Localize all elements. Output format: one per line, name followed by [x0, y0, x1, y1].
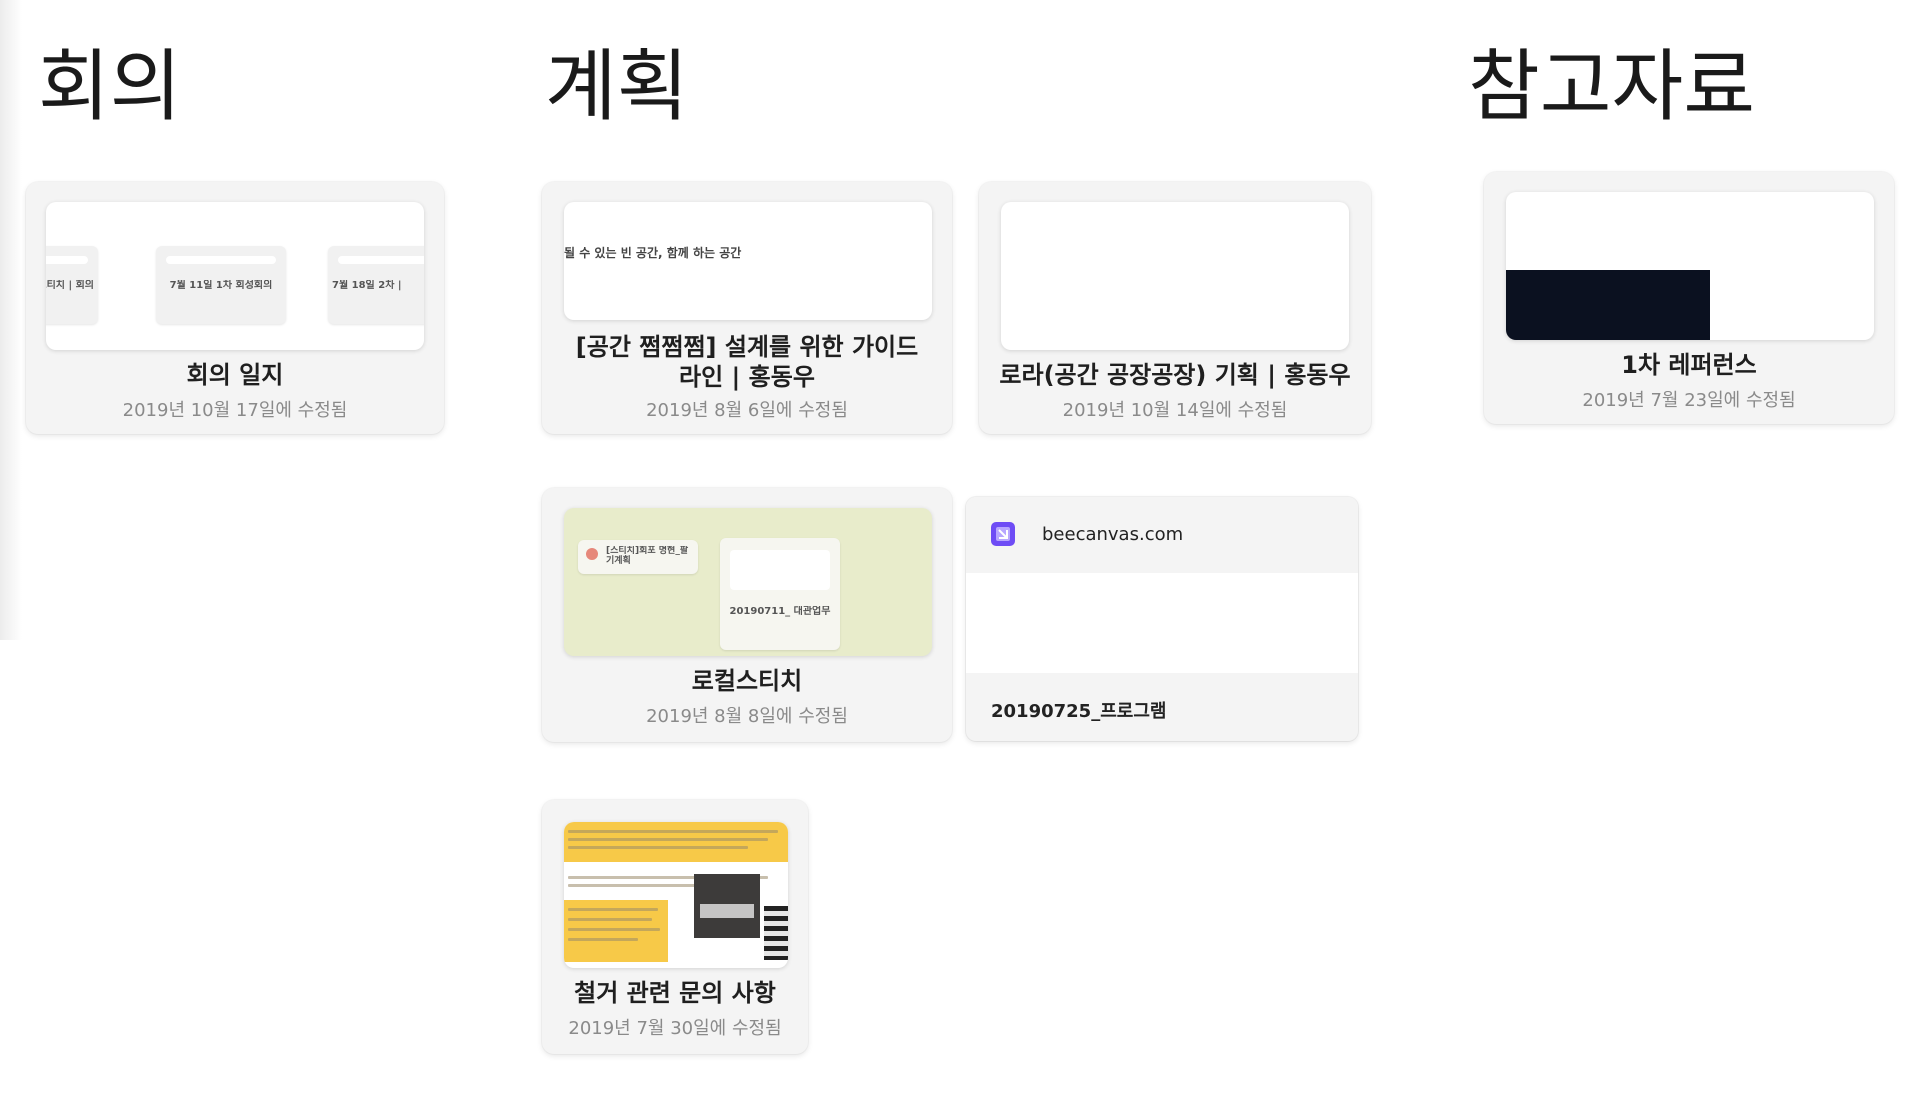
board-canvas[interactable]: 회의 계획 참고자료 컬스티치 | 회의 7월 11일 1차 회성회의 7월 1…	[0, 0, 1919, 1112]
card-title: 철거 관련 문의 사항	[574, 979, 776, 1007]
card-modified-date: 2019년 8월 6일에 수정됨	[646, 400, 848, 421]
thumb-mini-card: [스티치]회포 명현_팔기계획	[578, 540, 698, 574]
card-thumbnail	[1001, 202, 1349, 350]
section-heading-reference: 참고자료	[1468, 42, 1756, 132]
card-modified-date: 2019년 8월 8일에 수정됨	[646, 706, 848, 727]
card-thumbnail: 될 수 있는 빈 공간, 함께 하는 공간	[564, 202, 932, 320]
thumb-mini-text: 컬스티치 | 회의	[46, 280, 94, 291]
beecanvas-logo-icon	[991, 522, 1015, 546]
thumb-text: 될 수 있는 빈 공간, 함께 하는 공간	[564, 246, 742, 260]
card-title: 로라(공간 공장공장) 기획 | 홍동우	[999, 361, 1351, 389]
card-thumbnail	[1506, 192, 1874, 340]
card-title: [공간 쩜쩜쩜] 설계를 위한 가이드라인 | 홍동우	[575, 333, 919, 391]
card-thumbnail: [스티치]회포 명현_팔기계획 20190711_ 대관업무	[564, 508, 932, 656]
thumb-mini-card: 7월 11일 1차 회성회의	[156, 246, 286, 324]
card-thumbnail	[564, 822, 788, 968]
card-thumbnail: 컬스티치 | 회의 7월 11일 1차 회성회의 7월 18일 2차 |	[46, 202, 424, 350]
section-heading-meeting: 회의	[38, 42, 182, 132]
thumb-yellow-band	[564, 822, 788, 862]
thumb-mini-text: [스티치]회포 명현_팔기계획	[606, 546, 689, 566]
link-card-header: beecanvas.com	[966, 497, 1358, 573]
link-card-program[interactable]: beecanvas.com 20190725_프로그램	[966, 497, 1358, 741]
board-card-lora[interactable]: 로라(공간 공장공장) 기획 | 홍동우 2019년 10월 14일에 수정됨	[979, 182, 1371, 434]
section-heading-plan: 계획	[545, 42, 689, 132]
thumb-stairs-photo	[764, 906, 788, 960]
thumb-mini-text: 7월 18일 2차 |	[332, 280, 402, 291]
thumb-dark-image	[1506, 270, 1710, 340]
card-modified-date: 2019년 10월 17일에 수정됨	[122, 400, 348, 421]
card-title: 로컬스티치	[691, 667, 803, 695]
board-card-demolition[interactable]: 철거 관련 문의 사항 2019년 7월 30일에 수정됨	[542, 800, 808, 1054]
thumb-mini-card: 20190711_ 대관업무	[720, 538, 840, 650]
link-preview	[966, 573, 1358, 673]
board-card-meeting-log[interactable]: 컬스티치 | 회의 7월 11일 1차 회성회의 7월 18일 2차 | 회의 …	[26, 182, 444, 434]
card-title: 회의 일지	[186, 361, 284, 389]
card-modified-date: 2019년 7월 23일에 수정됨	[1582, 390, 1796, 411]
thumb-mini-text: 7월 11일 1차 회성회의	[169, 280, 273, 291]
thumb-mini-text: 20190711_ 대관업무	[729, 606, 831, 617]
card-title: 1차 레퍼런스	[1621, 351, 1757, 379]
link-title: 20190725_프로그램	[991, 701, 1167, 722]
card-modified-date: 2019년 10월 14일에 수정됨	[1062, 400, 1288, 421]
link-domain: beecanvas.com	[1042, 524, 1184, 545]
thumb-mini-card: 컬스티치 | 회의	[46, 246, 98, 324]
board-card-first-reference[interactable]: 1차 레퍼런스 2019년 7월 23일에 수정됨	[1484, 172, 1894, 424]
board-card-guideline[interactable]: 될 수 있는 빈 공간, 함께 하는 공간 [공간 쩜쩜쩜] 설계를 위한 가이…	[542, 182, 952, 434]
thumb-mini-card: 7월 18일 2차 |	[328, 246, 424, 324]
card-modified-date: 2019년 7월 30일에 수정됨	[568, 1018, 782, 1039]
board-card-local-stitch[interactable]: [스티치]회포 명현_팔기계획 20190711_ 대관업무 로컬스티치 201…	[542, 488, 952, 742]
left-edge-shadow	[0, 0, 22, 640]
record-icon	[586, 548, 598, 560]
thumb-yellow-note	[564, 900, 668, 962]
thumb-photo	[694, 874, 760, 938]
